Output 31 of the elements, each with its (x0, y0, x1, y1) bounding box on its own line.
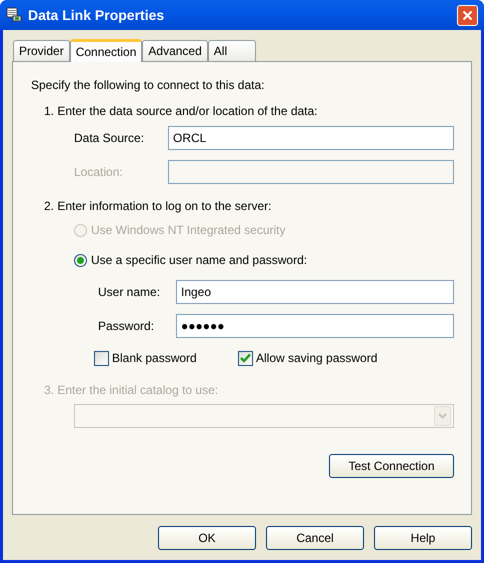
field-label: Data Source: (74, 130, 146, 147)
section-heading: 3. Enter the initial catalog to use: (44, 382, 220, 398)
field-label: User name: (98, 284, 162, 301)
check-icon (240, 353, 251, 363)
section-heading: 1. Enter the data source and/or location of the data: (44, 103, 319, 119)
checkbox[interactable] (94, 350, 109, 366)
window-title: Data Link Properties (28, 6, 164, 25)
section-heading: 2. Enter information to log on to the server: (44, 198, 272, 214)
radio-button[interactable] (74, 254, 87, 266)
close-button[interactable] (457, 4, 478, 26)
dialog-button[interactable]: OK (158, 526, 256, 550)
tab[interactable]: All (208, 40, 256, 61)
dialog-button[interactable]: Cancel (266, 526, 364, 550)
radio-label: Use a specific user name and password: (91, 252, 308, 269)
field-label: Password: (98, 318, 156, 335)
close-icon (462, 10, 473, 20)
input-field[interactable]: ●●●●●● (176, 314, 454, 338)
checkbox-label: Blank password (112, 350, 197, 367)
window-icon (6, 7, 22, 23)
dialog-button[interactable]: Help (374, 526, 472, 550)
input-field[interactable]: ORCL (168, 126, 454, 150)
test-connection-button[interactable]: Test Connection (329, 454, 454, 478)
input-field[interactable]: Ingeo (176, 280, 454, 304)
tab[interactable]: Provider (13, 40, 70, 61)
checkbox[interactable] (238, 350, 253, 366)
tab[interactable]: Connection (70, 39, 142, 62)
checkbox-label: Allow saving password (256, 350, 378, 367)
intro-text: Specify the following to connect to this data: (31, 77, 266, 93)
radio-label: Use Windows NT Integrated security (91, 222, 286, 239)
field-label: Location: (74, 164, 124, 181)
tab[interactable]: Advanced (142, 40, 208, 61)
